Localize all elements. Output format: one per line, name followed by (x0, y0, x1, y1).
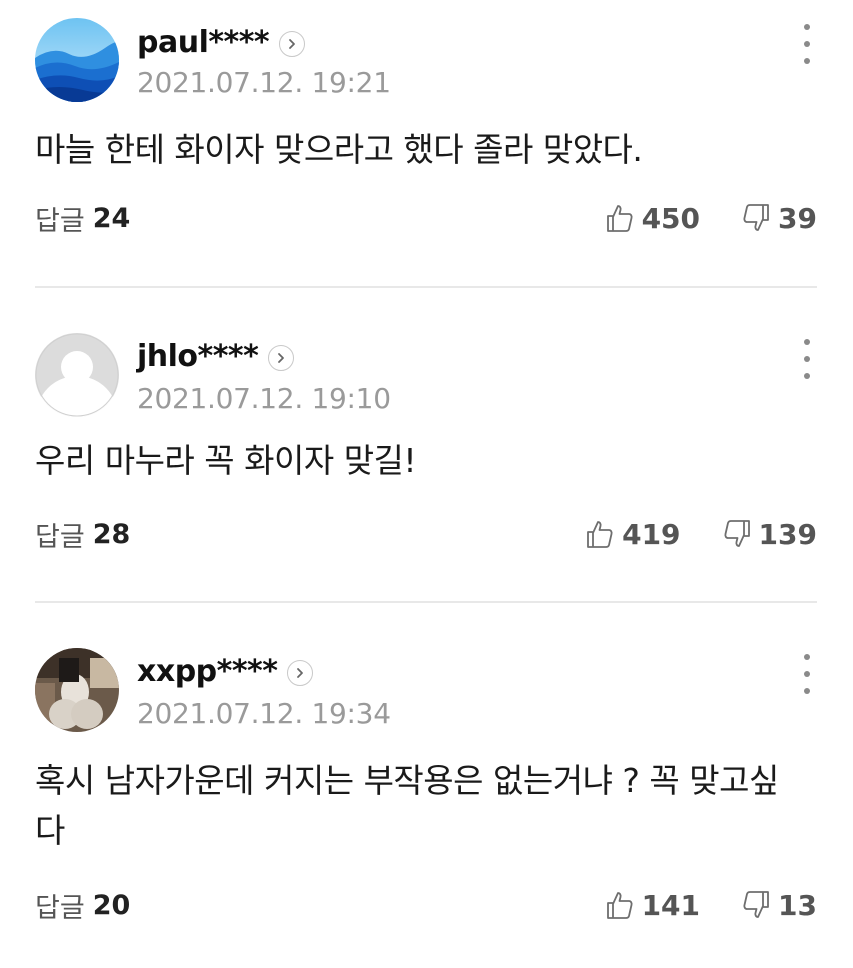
chevron-right-icon (297, 668, 304, 678)
more-dot-icon (804, 58, 810, 64)
dislike-button[interactable]: 39 (740, 202, 817, 235)
more-dot-icon (804, 373, 810, 379)
comment-footer: 답글 28 419 139 (35, 512, 817, 556)
avatar[interactable] (35, 648, 119, 732)
avatar[interactable] (35, 333, 119, 417)
more-dot-icon (804, 671, 810, 677)
thumbs-up-icon (587, 521, 613, 548)
like-button[interactable]: 450 (604, 202, 700, 235)
thumbs-up-icon (606, 205, 633, 232)
reply-label[interactable]: 답글 (35, 515, 85, 554)
thumbs-down-icon (743, 204, 769, 231)
profile-chevron-button[interactable] (287, 660, 314, 686)
author-name[interactable]: paul**** (137, 25, 270, 60)
avatar[interactable] (35, 18, 119, 102)
more-dot-icon (804, 356, 810, 362)
dislike-count: 39 (778, 201, 817, 235)
comment-text: 우리 마누라 꼭 화이자 맞길! (35, 441, 417, 480)
mountain-landscape-avatar-icon (35, 18, 119, 102)
comment-text: 마늘 한테 화이자 맞으라고 했다 졸라 맞았다. (35, 130, 643, 169)
author-row: paul**** (137, 22, 306, 62)
like-count: 450 (641, 201, 701, 235)
author-row: jhlo**** (137, 336, 295, 376)
dislike-button[interactable]: 139 (721, 518, 817, 551)
more-dot-icon (804, 41, 810, 47)
like-count: 419 (622, 517, 681, 551)
photo-avatar-icon (35, 648, 119, 732)
comment-footer: 답글 24 450 39 (35, 196, 817, 240)
profile-chevron-button[interactable] (268, 345, 295, 371)
more-dot-icon (804, 339, 810, 345)
reply-label[interactable]: 답글 (35, 199, 85, 238)
comment-item: xxpp**** 2021.07.12. 19:34 혹시 남자가운데 커지는 … (0, 603, 853, 968)
comment-footer: 답글 20 141 13 (35, 883, 817, 927)
timestamp: 2021.07.12. 19:34 (137, 697, 391, 730)
dislike-count: 139 (758, 517, 817, 551)
profile-chevron-button[interactable] (279, 31, 306, 57)
more-options-button[interactable] (797, 24, 817, 64)
like-button[interactable]: 141 (604, 889, 700, 922)
comment-item: paul**** 2021.07.12. 19:21 마늘 한테 화이자 맞으라… (0, 0, 853, 288)
author-name[interactable]: xxpp**** (137, 654, 278, 689)
dislike-button[interactable]: 13 (740, 889, 817, 922)
thumbs-down-icon (724, 520, 750, 547)
reply-count[interactable]: 20 (93, 890, 131, 921)
thumbs-up-icon (606, 892, 633, 919)
author-row: xxpp**** (137, 651, 314, 691)
reply-count[interactable]: 24 (93, 203, 131, 234)
more-dot-icon (804, 24, 810, 30)
more-dot-icon (804, 688, 810, 694)
more-options-button[interactable] (797, 654, 817, 694)
comment-item: jhlo**** 2021.07.12. 19:10 우리 마누라 꼭 화이자 … (0, 288, 853, 603)
chevron-right-icon (289, 39, 296, 49)
more-options-button[interactable] (797, 339, 817, 379)
more-dot-icon (804, 654, 810, 660)
default-user-avatar-icon (35, 333, 119, 417)
reply-count[interactable]: 28 (93, 519, 131, 550)
author-name[interactable]: jhlo**** (137, 339, 259, 374)
like-count: 141 (641, 888, 701, 922)
comment-text: 혹시 남자가운데 커지는 부작용은 없는거냐 ? 꼭 맞고싶다 (35, 761, 779, 850)
like-button[interactable]: 419 (584, 517, 681, 551)
chevron-right-icon (278, 353, 285, 363)
timestamp: 2021.07.12. 19:21 (137, 66, 391, 99)
reply-label[interactable]: 답글 (35, 886, 85, 925)
comment-list: paul**** 2021.07.12. 19:21 마늘 한테 화이자 맞으라… (0, 0, 853, 968)
dislike-count: 13 (778, 888, 817, 922)
timestamp: 2021.07.12. 19:10 (137, 382, 391, 415)
thumbs-down-icon (743, 891, 769, 918)
